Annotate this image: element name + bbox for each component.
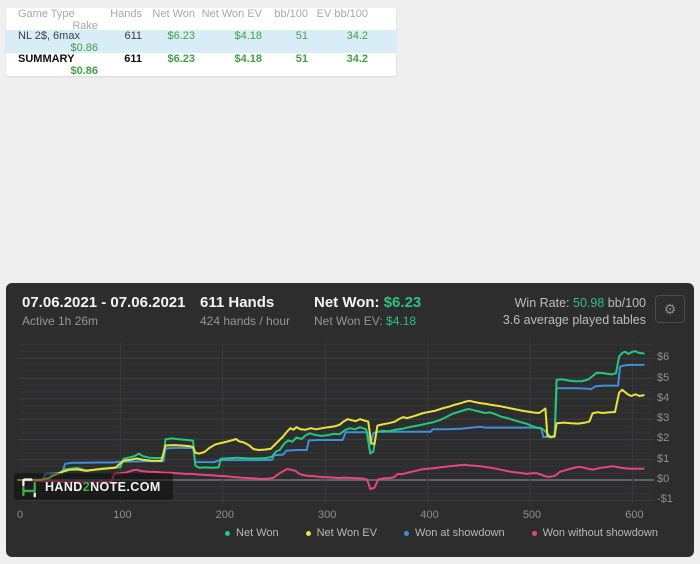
x-tick-label: 200 — [215, 509, 234, 521]
y-tick-label: $6 — [657, 351, 670, 364]
cell-rake: $0.86 — [70, 65, 98, 77]
y-tick-label: $2 — [657, 432, 670, 445]
x-tick-label: 600 — [625, 509, 644, 521]
legend-label: Won at showdown — [414, 527, 505, 539]
header-hands[interactable]: Hands — [102, 8, 146, 20]
legend-item-net-won-ev[interactable]: Net Won EV — [305, 527, 377, 539]
x-tick-label: 100 — [113, 509, 132, 521]
cell-game-type: SUMMARY — [18, 53, 75, 65]
x-tick-label: 300 — [318, 509, 337, 521]
header-net-won-ev[interactable]: Net Won EV — [199, 8, 266, 20]
legend-label: Won without showdown — [542, 527, 658, 539]
y-tick-label: $1 — [657, 452, 670, 465]
header-bb100[interactable]: bb/100 — [266, 8, 312, 20]
legend-dot-icon — [403, 530, 409, 536]
cell-ev-bb100: 34.2 — [346, 30, 368, 42]
legend-dot-icon — [531, 530, 537, 536]
cell-net-won: $6.23 — [167, 53, 195, 65]
cell-net-won-ev: $4.18 — [234, 30, 262, 42]
watermark-text: HAND2NOTE.COM — [45, 479, 161, 494]
hand2note-results-page: Game Type Hands Net Won Net Won EV bb/10… — [0, 0, 700, 564]
legend-item-net-won[interactable]: Net Won — [225, 527, 279, 539]
legend-dot-icon — [305, 530, 311, 536]
cell-net-won-ev: $4.18 — [234, 53, 262, 65]
y-tick-label: $0 — [657, 473, 670, 485]
x-tick-label: 0 — [16, 509, 24, 521]
legend-label: Net Won — [236, 527, 279, 539]
cell-hands: 611 — [124, 53, 142, 65]
cell-bb100: 51 — [295, 30, 308, 42]
series-line-won-at-showdown — [17, 363, 645, 481]
game-stats-table: Game Type Hands Net Won Net Won EV bb/10… — [6, 8, 396, 77]
session-results-panel: 07.06.2021 - 07.06.2021 Active 1h 26m 61… — [6, 283, 694, 557]
cell-bb100: 51 — [295, 53, 308, 65]
cell-net-won: $6.23 — [167, 30, 195, 42]
legend-item-won-at-showdown[interactable]: Won at showdown — [403, 527, 505, 539]
header-game-type[interactable]: Game Type — [6, 8, 102, 20]
cell-hands: 611 — [124, 30, 142, 42]
legend-dot-icon — [225, 530, 231, 536]
cell-game-type: NL 2$, 6max — [18, 30, 80, 42]
cell-ev-bb100: 34.2 — [346, 53, 368, 65]
y-tick-label: $4 — [657, 391, 670, 404]
legend-item-won-without-showdown[interactable]: Won without showdown — [531, 527, 658, 539]
table-row-summary[interactable]: SUMMARY 611 $6.23 $4.18 51 34.2 $0.86 — [6, 53, 396, 77]
x-tick-label: 500 — [522, 509, 542, 521]
table-header-row: Game Type Hands Net Won Net Won EV bb/10… — [6, 8, 396, 32]
legend-label: Net Won EV — [316, 527, 377, 539]
hand2note-watermark: HAND2NOTE.COM — [14, 473, 173, 500]
y-tick-label: $5 — [657, 371, 670, 384]
header-net-won[interactable]: Net Won — [146, 8, 199, 20]
series-line-net-won — [17, 350, 645, 481]
x-tick-label: 400 — [420, 509, 439, 521]
table-row-nl2-6max[interactable]: NL 2$, 6max 611 $6.23 $4.18 51 34.2 $0.8… — [6, 30, 396, 54]
chart-legend: Net Won Net Won EV Won at showdown Won with… — [6, 527, 658, 539]
y-tick-label: $3 — [657, 412, 670, 425]
hand2note-logo-icon — [22, 477, 36, 497]
header-ev-bb100[interactable]: EV bb/100 — [312, 8, 372, 20]
y-tick-label: -$1 — [657, 493, 673, 506]
